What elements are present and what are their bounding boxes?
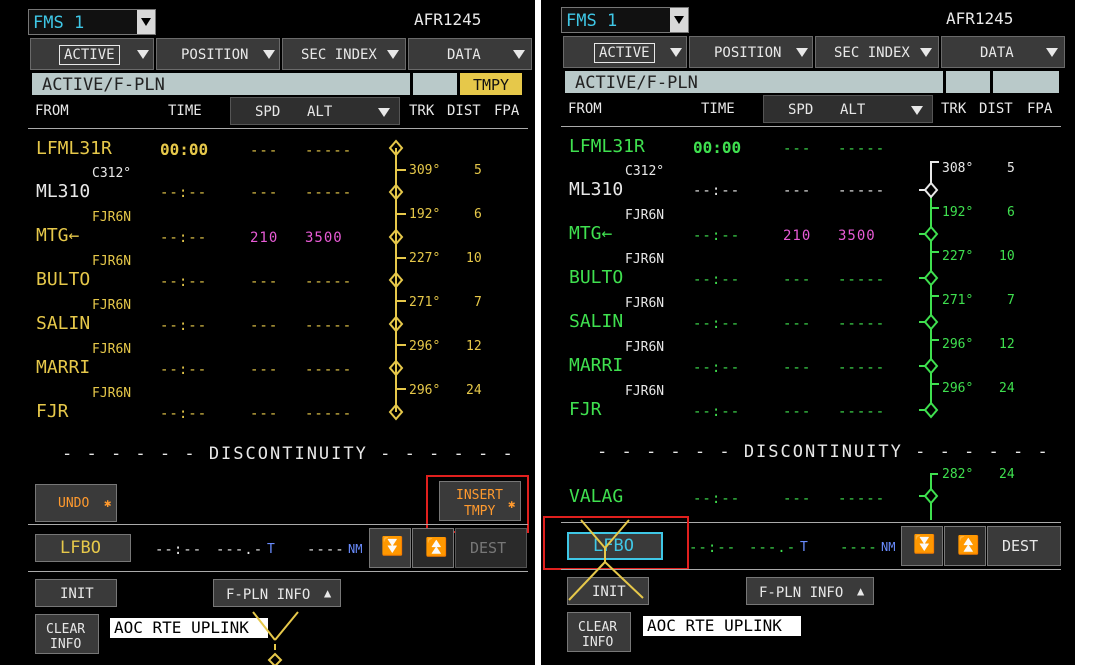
fms-panel-left: FMS 1 AFR1245 ACTIVE POSITION SEC INDEX … [0,0,535,665]
fms-panel-right: FMS 1 AFR1245 ACTIVE POSITION SEC INDEX … [541,0,1075,665]
touch-cursor-icon [568,519,644,601]
touch-cursor-icon [252,611,299,665]
